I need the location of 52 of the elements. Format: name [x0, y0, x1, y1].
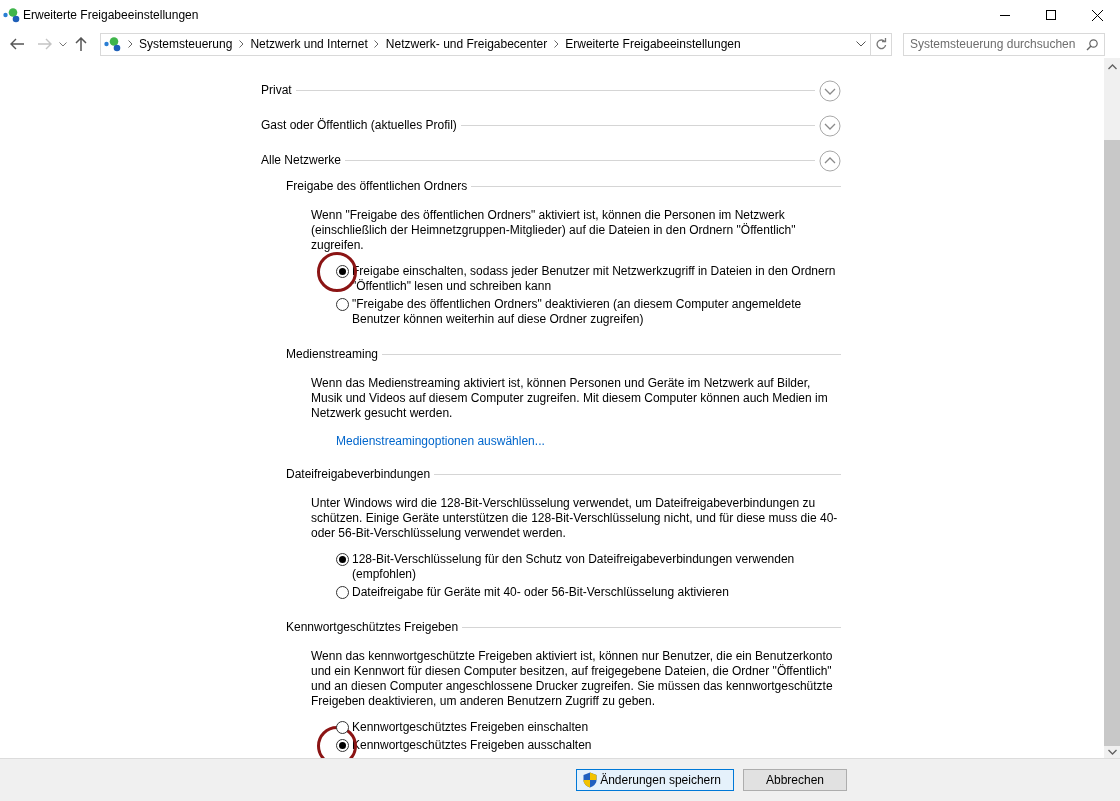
section-heading: Kennwortgeschütztes Freigeben: [286, 620, 459, 635]
up-arrow-icon: [75, 37, 87, 51]
chevron-icon: [553, 40, 559, 48]
refresh-icon: [875, 38, 887, 50]
chevron-down-icon: [855, 41, 866, 47]
radio-button[interactable]: [336, 298, 349, 311]
maximize-icon: [1046, 10, 1056, 20]
scroll-up-icon[interactable]: [1107, 64, 1117, 70]
section-heading: Freigabe des öffentlichen Ordners: [286, 179, 468, 194]
section-heading: Medienstreaming: [286, 347, 379, 362]
address-bar[interactable]: Systemsteuerung Netzwerk und Internet Netzwerk- und Freigabecenter Erweiterte Freigabeeinstellungen: [100, 32, 892, 56]
expand-icon[interactable]: [819, 114, 841, 137]
radio-button[interactable]: [336, 586, 349, 599]
search-field[interactable]: Systemsteuerung durchsuchen: [903, 32, 1105, 56]
radio-button[interactable]: [336, 721, 349, 734]
breadcrumb-item[interactable]: Netzwerk und Internet: [247, 35, 371, 53]
chevron-icon: [127, 40, 133, 48]
section-description: Unter Windows wird die 128-Bit-Verschlüsselung verwendet, um Dateifreigabeverbindungen zu schützen. Einige Geräte unterstützen die 128-Bit-Verschlüsselung nicht, und für diese muss die 40- oder 56-Bit-Verschlüsselung verwendet werden.: [311, 496, 839, 541]
radio-button[interactable]: [336, 553, 349, 566]
option-label[interactable]: "Freigabe des öffentlichen Ordners" deaktivieren (an diesem Computer angemeldete Benutzer können weiterhin auf diese Ordner zugreifen): [352, 297, 841, 327]
section-description: Wenn "Freigabe des öffentlichen Ordners" aktiviert ist, können die Personen im Netzwerk (einschließlich der Heimnetzgruppen-Mitglieder) auf die Dateien in den Ordnern "Öffentlich" zugreifen.: [311, 208, 797, 253]
window-title: Erweiterte Freigabeeinstellungen: [23, 7, 199, 24]
profile-header[interactable]: Alle Netzwerke: [261, 153, 342, 168]
expand-icon[interactable]: [819, 79, 841, 102]
profile-header[interactable]: Privat: [261, 83, 292, 98]
section-heading: Dateifreigabeverbindungen: [286, 467, 431, 482]
option-label[interactable]: Kennwortgeschütztes Freigeben einschalten: [352, 720, 589, 735]
shield-icon: [583, 772, 598, 788]
search-icon: [1086, 38, 1098, 51]
cancel-button[interactable]: Abbrechen: [742, 769, 847, 791]
chevron-icon: [374, 40, 380, 48]
collapse-icon[interactable]: [819, 149, 841, 172]
breadcrumb-item[interactable]: Erweiterte Freigabeeinstellungen: [562, 35, 744, 53]
option-label[interactable]: Dateifreigabe für Geräte mit 40- oder 56-Bit-Verschlüsselung aktivieren: [352, 585, 729, 600]
option-label[interactable]: 128-Bit-Verschlüsselung für den Schutz von Dateifreigabeverbindungen verwenden (empfohlen): [352, 552, 841, 582]
breadcrumb-item[interactable]: Systemsteuerung: [136, 35, 236, 53]
section-description: Wenn das kennwortgeschützte Freigeben aktiviert ist, können nur Benutzer, die ein Benutzerkonto und ein Kennwort für diesen Computer besitzen, auf freigegebene Dateien, die Ordner "Öffentlich" und an diesen Computer angeschlossene Drucker zugreifen. Sie müssen das kennwortgeschützte Freigeben deaktivieren, um anderen Benutzern Zugriff zu geben.: [311, 649, 834, 709]
network-icon: [104, 37, 121, 53]
forward-arrow-icon: [38, 38, 52, 50]
section-description: Wenn das Medienstreaming aktiviert ist, können Personen und Geräte im Netzwerk auf Bilder, Musik und Videos auf diesem Computer zugreifen. Mit diesem Computer können auch Medien im Netzwerk gesucht werden.: [311, 376, 829, 421]
chevron-icon: [238, 40, 244, 48]
back-arrow-icon: [10, 38, 24, 50]
network-icon: [3, 8, 20, 24]
scroll-down-icon[interactable]: [1107, 749, 1117, 755]
chevron-down-icon: [59, 41, 67, 47]
radio-button[interactable]: [336, 265, 349, 278]
radio-button[interactable]: [336, 739, 349, 752]
breadcrumb-item[interactable]: Netzwerk- und Freigabecenter: [382, 35, 551, 53]
profile-header[interactable]: Gast oder Öffentlich (aktuelles Profil): [261, 118, 457, 133]
save-button[interactable]: Änderungen speichern: [576, 769, 734, 791]
close-icon: [1091, 9, 1103, 21]
link[interactable]: Medienstreamingoptionen auswählen...: [336, 434, 545, 448]
